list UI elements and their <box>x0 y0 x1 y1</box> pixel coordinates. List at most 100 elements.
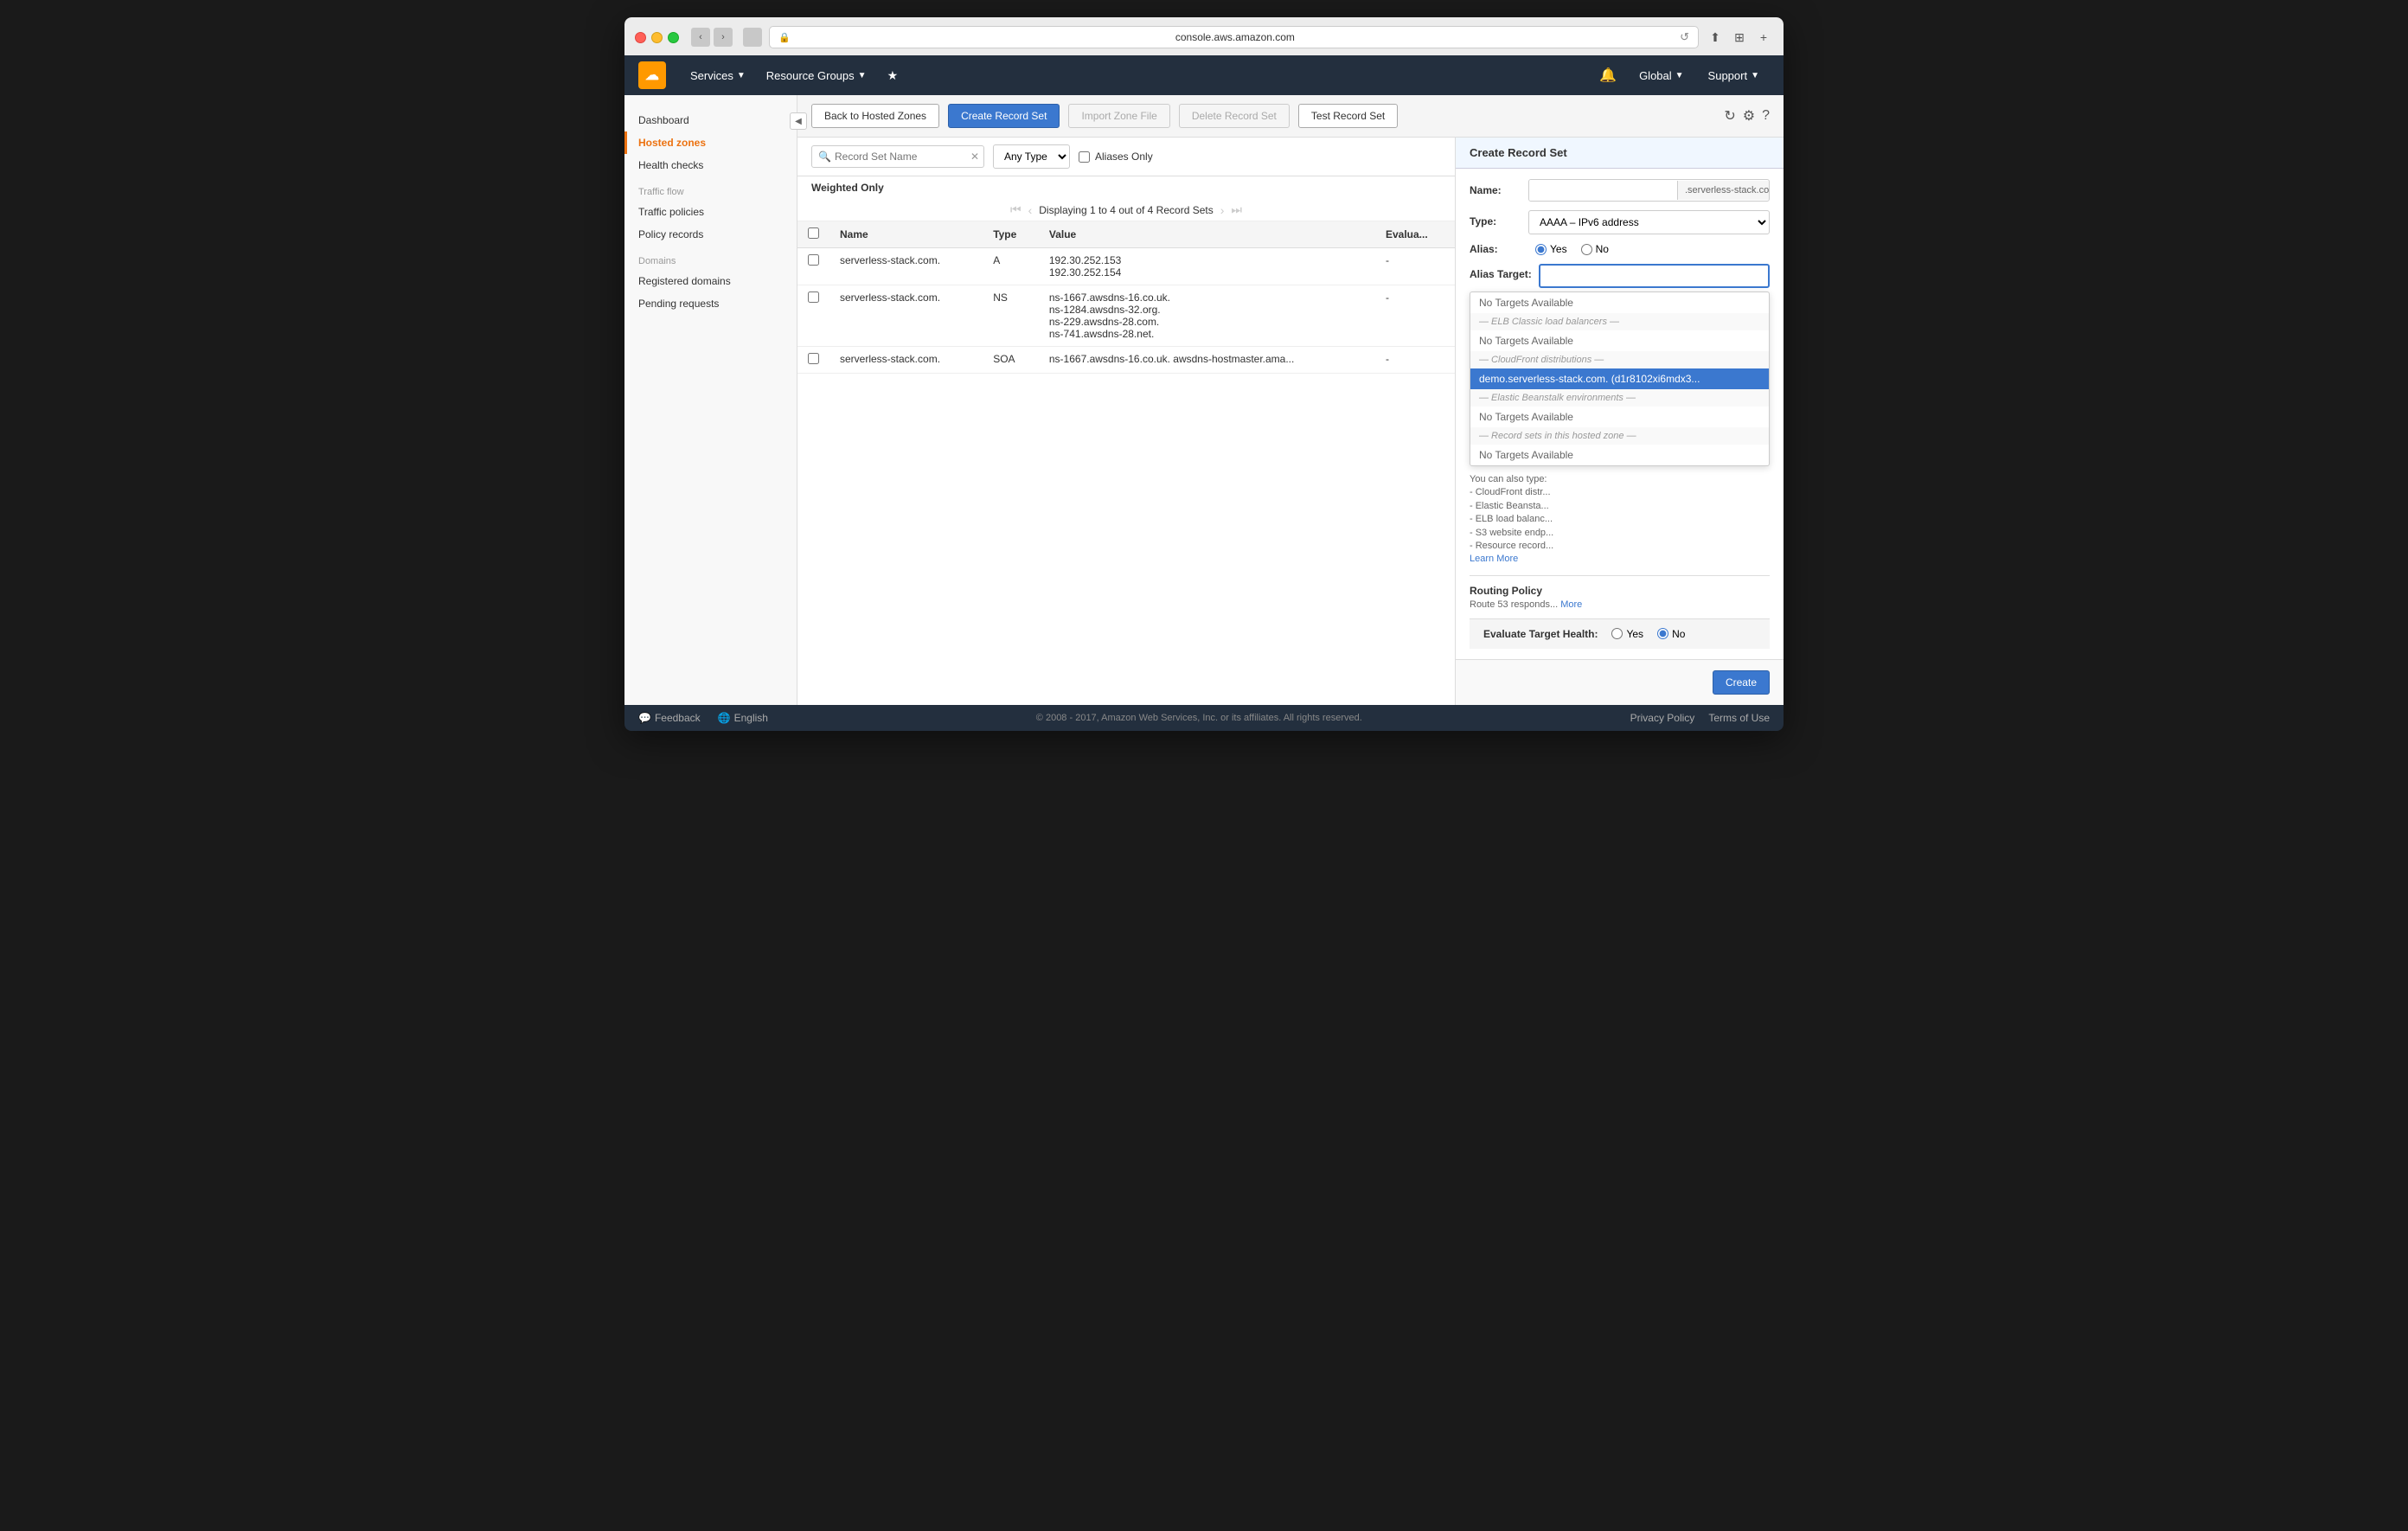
alias-target-label: Alias Target: <box>1470 268 1532 280</box>
minimize-button[interactable] <box>651 32 663 43</box>
alias-target-input[interactable] <box>1539 264 1770 288</box>
name-input[interactable] <box>1529 180 1677 201</box>
import-zone-file-button[interactable]: Import Zone File <box>1068 104 1169 128</box>
record-evaluate: - <box>1375 285 1455 347</box>
aliases-only-checkbox[interactable] <box>1079 151 1090 163</box>
forward-nav-button[interactable]: › <box>714 28 733 47</box>
row-checkbox[interactable] <box>808 353 819 364</box>
table-row[interactable]: serverless-stack.com. NS ns-1667.awsdns-… <box>797 285 1455 347</box>
refresh-icon[interactable]: ↺ <box>1680 30 1689 44</box>
settings-icon[interactable]: ⚙ <box>1743 107 1755 125</box>
share-icon[interactable]: ⬆ <box>1706 28 1725 47</box>
select-all-checkbox[interactable] <box>808 227 819 239</box>
services-nav[interactable]: Services ▼ <box>680 55 756 95</box>
evaluate-yes-option[interactable]: Yes <box>1611 628 1643 640</box>
create-record-set-button[interactable]: Create Record Set <box>948 104 1060 128</box>
services-dropdown-icon: ▼ <box>737 71 746 80</box>
sidebar-item-registered-domains[interactable]: Registered domains <box>624 270 797 292</box>
pagination-text: Displaying 1 to 4 out of 4 Record Sets <box>1039 204 1213 216</box>
filter-bar: 🔍 ✕ Any Type Aliases Only <box>797 138 1455 176</box>
type-column-header: Type <box>983 221 1039 248</box>
help-icon[interactable]: ? <box>1762 108 1770 124</box>
terms-of-use-link[interactable]: Terms of Use <box>1708 712 1770 724</box>
alias-no-option[interactable]: No <box>1581 243 1609 255</box>
no-targets-top[interactable]: No Targets Available <box>1470 292 1769 313</box>
record-name: serverless-stack.com. <box>829 347 983 374</box>
create-record-panel: Create Record Set Name: ↓ <box>1455 138 1784 705</box>
first-page-button[interactable]: ⏮ <box>1010 202 1021 217</box>
record-type: A <box>983 248 1039 285</box>
sidebar-item-hosted-zones[interactable]: Hosted zones <box>624 131 797 154</box>
no-targets-record[interactable]: No Targets Available <box>1470 445 1769 465</box>
sidebar-collapse-button[interactable]: ◀ <box>790 112 807 130</box>
row-checkbox[interactable] <box>808 291 819 303</box>
type-filter-select[interactable]: Any Type <box>993 144 1070 169</box>
resource-groups-nav[interactable]: Resource Groups ▼ <box>756 55 877 95</box>
alias-yes-option[interactable]: Yes <box>1535 243 1567 255</box>
no-targets-elastic[interactable]: No Targets Available <box>1470 407 1769 427</box>
maximize-button[interactable] <box>668 32 679 43</box>
routing-policy-label: Routing Policy <box>1470 585 1542 597</box>
cloudfront-header: — CloudFront distributions — <box>1470 351 1769 368</box>
prev-page-button[interactable]: ‹ <box>1028 203 1033 217</box>
panel-header: Create Record Set <box>1456 138 1784 169</box>
clear-search-button[interactable]: ✕ <box>970 151 979 163</box>
add-tab-icon[interactable]: + <box>1754 28 1773 47</box>
global-dropdown-icon: ▼ <box>1675 71 1684 80</box>
globe-icon: 🌐 <box>718 712 731 724</box>
record-type: NS <box>983 285 1039 347</box>
traffic-flow-section-label: Traffic flow <box>624 176 797 201</box>
sidebar-item-policy-records[interactable]: Policy records <box>624 223 797 246</box>
privacy-policy-link[interactable]: Privacy Policy <box>1630 712 1695 724</box>
cloudfront-item[interactable]: demo.serverless-stack.com. (d1r8102xi6md… <box>1470 368 1769 389</box>
row-checkbox[interactable] <box>808 254 819 266</box>
evaluate-no-radio[interactable] <box>1657 628 1668 639</box>
search-input[interactable] <box>811 145 984 168</box>
no-targets-elb-classic[interactable]: No Targets Available <box>1470 330 1769 351</box>
table-row[interactable]: serverless-stack.com. SOA ns-1667.awsdns… <box>797 347 1455 374</box>
select-all-header <box>797 221 829 248</box>
alias-yes-radio[interactable] <box>1535 244 1547 255</box>
window-toggle-button[interactable] <box>743 28 762 47</box>
refresh-icon[interactable]: ↻ <box>1724 107 1735 125</box>
elb-classic-header: — ELB Classic load balancers — <box>1470 313 1769 330</box>
record-type: SOA <box>983 347 1039 374</box>
next-page-button[interactable]: › <box>1220 203 1225 217</box>
copyright-text: © 2008 - 2017, Amazon Web Services, Inc.… <box>1036 713 1362 723</box>
record-sets-header: — Record sets in this hosted zone — <box>1470 427 1769 445</box>
new-tab-icon[interactable]: ⊞ <box>1730 28 1749 47</box>
close-button[interactable] <box>635 32 646 43</box>
sidebar-item-pending-requests[interactable]: Pending requests <box>624 292 797 315</box>
last-page-button[interactable]: ⏭ <box>1231 202 1242 217</box>
sidebar-item-dashboard[interactable]: Dashboard <box>624 109 797 131</box>
create-button[interactable]: Create <box>1713 670 1770 695</box>
alias-target-dropdown: No Targets Available — ELB Classic load … <box>1470 291 1770 466</box>
aliases-only-label[interactable]: Aliases Only <box>1079 151 1153 163</box>
bell-icon[interactable]: 🔔 <box>1591 67 1625 84</box>
evaluate-yes-radio[interactable] <box>1611 628 1623 639</box>
evaluate-no-option[interactable]: No <box>1657 628 1685 640</box>
toolbar: Back to Hosted Zones Create Record Set I… <box>797 95 1784 138</box>
type-select-panel[interactable]: AAAA – IPv6 address <box>1528 210 1770 234</box>
evaluate-target-health-row: Evaluate Target Health: Yes No <box>1470 618 1770 649</box>
record-name: serverless-stack.com. <box>829 248 983 285</box>
pin-nav[interactable]: ★ <box>877 55 909 95</box>
global-nav[interactable]: Global ▼ <box>1629 55 1694 95</box>
record-value: 192.30.252.153192.30.252.154 <box>1039 248 1375 285</box>
sidebar-item-traffic-policies[interactable]: Traffic policies <box>624 201 797 223</box>
more-link[interactable]: More <box>1560 599 1582 610</box>
table-row[interactable]: serverless-stack.com. A 192.30.252.15319… <box>797 248 1455 285</box>
back-to-hosted-zones-button[interactable]: Back to Hosted Zones <box>811 104 939 128</box>
sidebar-item-health-checks[interactable]: Health checks <box>624 154 797 176</box>
record-evaluate: - <box>1375 248 1455 285</box>
back-nav-button[interactable]: ‹ <box>691 28 710 47</box>
language-button[interactable]: 🌐 English <box>718 712 768 724</box>
test-record-set-button[interactable]: Test Record Set <box>1298 104 1398 128</box>
alias-field-label: Alias: <box>1470 243 1521 255</box>
alias-no-radio[interactable] <box>1581 244 1592 255</box>
learn-more-link[interactable]: Learn More <box>1470 554 1518 564</box>
feedback-button[interactable]: 💬 Feedback <box>638 712 701 724</box>
support-nav[interactable]: Support ▼ <box>1698 55 1770 95</box>
delete-record-set-button[interactable]: Delete Record Set <box>1179 104 1290 128</box>
name-column-header: Name <box>829 221 983 248</box>
